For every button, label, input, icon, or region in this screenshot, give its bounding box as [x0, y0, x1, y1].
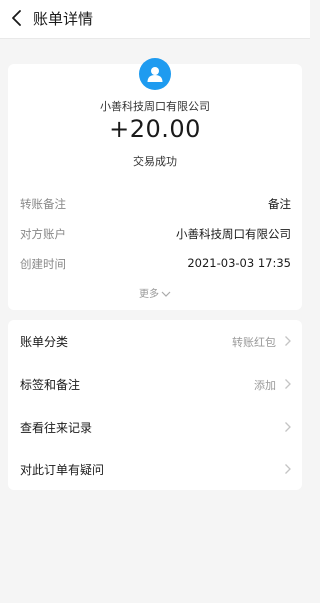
chevron-right-icon [285, 464, 291, 474]
transaction-card: 小善科技周口有限公司 +20.00 交易成功 转账备注 备注 对方账户 小善科技… [8, 58, 302, 310]
detail-row-counterparty: 对方账户 小善科技周口有限公司 [20, 226, 291, 242]
more-button[interactable]: 更多 [8, 285, 302, 300]
page-title: 账单详情 [33, 10, 94, 28]
detail-label: 转账备注 [20, 197, 66, 211]
chevron-right-icon [285, 379, 291, 389]
detail-value: 2021-03-03 17:35 [187, 256, 291, 270]
detail-row-remark: 转账备注 备注 [20, 196, 291, 212]
merchant-name: 小善科技周口有限公司 [100, 100, 210, 113]
detail-value: 小善科技周口有限公司 [176, 227, 291, 241]
transaction-amount: +20.00 [109, 115, 201, 143]
detail-row-created-time: 创建时间 2021-03-03 17:35 [20, 256, 291, 272]
chevron-left-icon [12, 10, 21, 26]
menu-item-bill-category[interactable]: 账单分类 转账红包 [8, 320, 302, 362]
menu-item-label: 对此订单有疑问 [20, 463, 105, 477]
menu-item-order-question[interactable]: 对此订单有疑问 [8, 448, 302, 490]
more-label: 更多 [139, 289, 159, 300]
menu-item-label: 标签和备注 [20, 378, 81, 392]
detail-label: 创建时间 [20, 257, 66, 271]
back-button[interactable] [4, 5, 30, 31]
menu-item-tags-remarks[interactable]: 标签和备注 添加 [8, 363, 302, 405]
chevron-right-icon [285, 336, 291, 346]
user-avatar-icon [139, 58, 171, 90]
menu-item-label: 账单分类 [20, 335, 69, 349]
menu-item-value: 转账红包 [232, 336, 276, 349]
menu-item-value: 添加 [254, 379, 276, 392]
top-bar: 账单详情 [0, 0, 310, 39]
menu-item-label: 查看往来记录 [20, 421, 93, 435]
detail-label: 对方账户 [20, 227, 66, 241]
transaction-status: 交易成功 [133, 155, 177, 168]
menu-item-view-history[interactable]: 查看往来记录 [8, 406, 302, 448]
chevron-right-icon [285, 422, 291, 432]
detail-value: 备注 [268, 197, 291, 211]
chevron-down-icon [161, 291, 171, 297]
menu-card: 账单分类 转账红包 标签和备注 添加 查看往来记录 对此订单有疑问 [8, 320, 302, 490]
